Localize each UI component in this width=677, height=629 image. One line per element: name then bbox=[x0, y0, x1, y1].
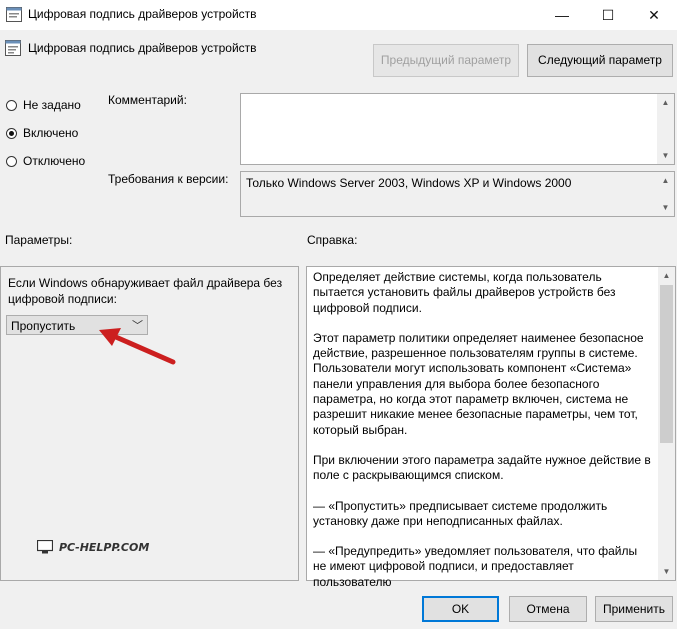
radio-circle[interactable] bbox=[6, 99, 17, 111]
version-label: Требования к версии: bbox=[108, 172, 229, 186]
previous-setting-button[interactable]: Предыдущий параметр bbox=[373, 44, 519, 77]
minimize-button[interactable]: — bbox=[539, 0, 585, 30]
watermark: PC-HELPP.COM bbox=[37, 540, 149, 554]
scroll-up-icon[interactable]: ▲ bbox=[657, 94, 674, 111]
next-setting-button[interactable]: Следующий параметр bbox=[527, 44, 673, 77]
radio-enabled[interactable]: Включено bbox=[6, 125, 78, 141]
apply-button[interactable]: Применить bbox=[595, 596, 673, 622]
close-button[interactable]: ✕ bbox=[631, 0, 677, 30]
help-paragraph: Этот параметр политики определяет наимен… bbox=[313, 330, 644, 437]
scroll-down-icon[interactable]: ▼ bbox=[657, 199, 674, 216]
comment-scrollbar[interactable]: ▲ ▼ bbox=[657, 94, 674, 164]
red-arrow-annotation bbox=[99, 328, 176, 365]
scroll-up-icon[interactable]: ▲ bbox=[657, 172, 674, 189]
help-paragraph: — «Предупредить» уведомляет пользователя… bbox=[313, 544, 638, 589]
dropdown-value: Пропустить bbox=[11, 319, 76, 333]
radio-disabled[interactable]: Отключено bbox=[6, 153, 85, 169]
radio-circle[interactable] bbox=[6, 127, 17, 139]
window-title: Цифровая подпись драйверов устройств bbox=[28, 7, 257, 21]
params-description: Если Windows обнаруживает файл драйвера … bbox=[8, 276, 283, 306]
policy-icon bbox=[5, 40, 21, 56]
radio-label: Отключено bbox=[23, 154, 86, 168]
scroll-down-icon[interactable]: ▼ bbox=[658, 563, 675, 580]
params-panel: Если Windows обнаруживает файл драйвера … bbox=[0, 266, 299, 581]
radio-label: Не задано bbox=[23, 98, 81, 112]
help-text: Определяет действие системы, когда польз… bbox=[313, 270, 653, 605]
watermark-text: PC-HELPP.COM bbox=[59, 540, 150, 554]
comment-label: Комментарий: bbox=[108, 93, 187, 107]
help-paragraph: — «Пропустить» предписывает системе прод… bbox=[313, 498, 608, 528]
scroll-down-icon[interactable]: ▼ bbox=[657, 147, 674, 164]
radio-not-configured[interactable]: Не задано bbox=[6, 97, 81, 113]
radio-circle[interactable] bbox=[6, 155, 17, 167]
policy-icon bbox=[6, 7, 22, 22]
params-heading: Параметры: bbox=[5, 233, 73, 247]
monitor-icon bbox=[37, 540, 53, 554]
help-scrollbar[interactable]: ▲ ▼ bbox=[658, 267, 675, 580]
help-panel: Определяет действие системы, когда польз… bbox=[306, 266, 676, 589]
cancel-button[interactable]: Отмена bbox=[509, 596, 587, 622]
help-paragraph: Определяет действие системы, когда польз… bbox=[313, 270, 616, 315]
help-paragraph: При включении этого параметра задайте ну… bbox=[313, 452, 651, 483]
radio-label: Включено bbox=[23, 126, 79, 140]
version-scrollbar[interactable]: ▲ ▼ bbox=[657, 172, 674, 216]
policy-title: Цифровая подпись драйверов устройств bbox=[28, 41, 257, 55]
version-value: Только Windows Server 2003, Windows XP и… bbox=[246, 176, 572, 190]
comment-textarea[interactable]: ▲ ▼ bbox=[240, 93, 675, 165]
version-field: Только Windows Server 2003, Windows XP и… bbox=[240, 171, 675, 217]
ok-button[interactable]: OK bbox=[422, 596, 499, 622]
scroll-thumb[interactable] bbox=[660, 285, 673, 443]
title-bar: Цифровая подпись драйверов устройств — ☐… bbox=[0, 0, 677, 30]
scroll-up-icon[interactable]: ▲ bbox=[658, 267, 675, 284]
help-heading: Справка: bbox=[307, 233, 358, 247]
maximize-button[interactable]: ☐ bbox=[585, 0, 631, 30]
